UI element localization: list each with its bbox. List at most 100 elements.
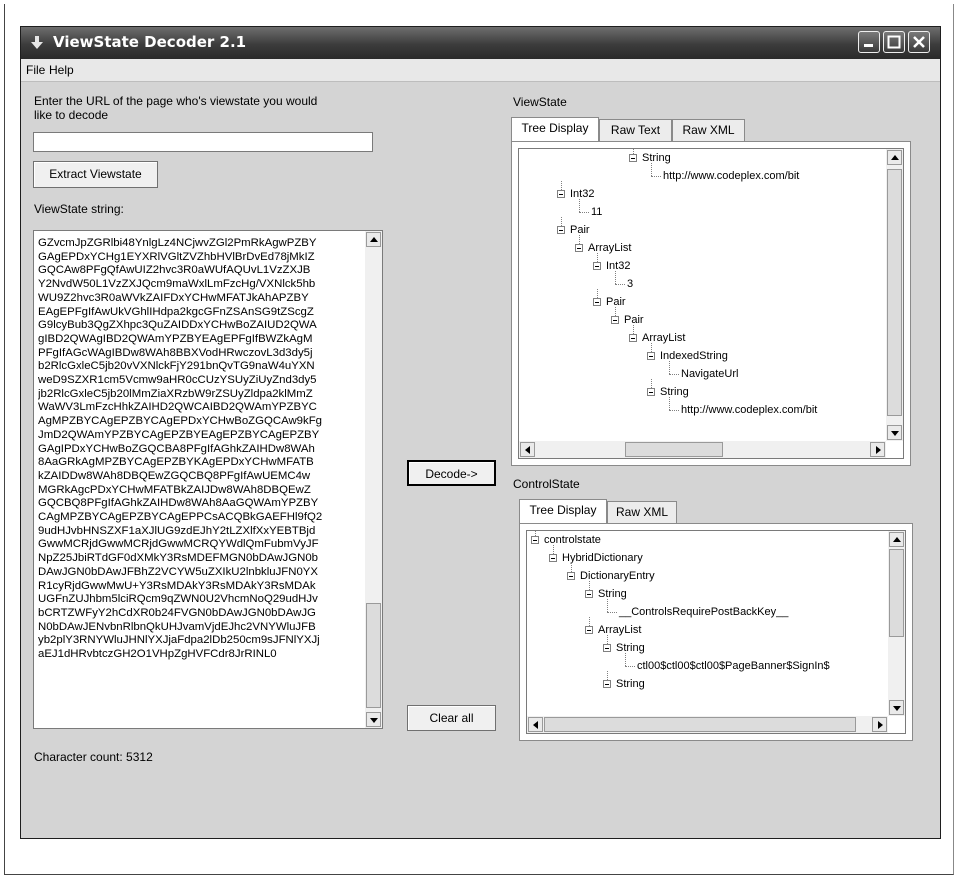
- tree-collapse-toggle[interactable]: [549, 554, 557, 562]
- scroll-left-button[interactable]: [528, 717, 543, 732]
- down-arrow-icon: [31, 36, 43, 49]
- scroll-up-button[interactable]: [889, 532, 904, 547]
- controlstate-tree-hscroll[interactable]: [527, 716, 888, 733]
- tree-node[interactable]: String: [616, 678, 645, 690]
- scroll-thumb[interactable]: [889, 549, 904, 637]
- menu-help[interactable]: Help: [49, 63, 74, 77]
- viewstate-tree[interactable]: String http://www.codeplex.com/bit Int32 11…: [518, 148, 904, 459]
- tree-collapse-toggle[interactable]: [567, 572, 575, 580]
- viewstate-string-scrollbar[interactable]: [365, 231, 382, 728]
- viewstate-string-line: EAgEPFgIfAwUkVGhlIHdpa2kgcGFnZSAnSG9tZSc…: [38, 305, 314, 318]
- tree-node[interactable]: 3: [627, 278, 633, 290]
- tab-raw-xml[interactable]: Raw XML: [672, 119, 745, 141]
- decode-button[interactable]: Decode->: [407, 460, 496, 486]
- tree-node[interactable]: 11: [591, 206, 602, 218]
- tree-collapse-toggle[interactable]: [575, 244, 583, 252]
- tree-collapse-toggle[interactable]: [647, 388, 655, 396]
- scroll-right-button[interactable]: [872, 717, 887, 732]
- scroll-thumb[interactable]: [366, 603, 381, 708]
- tree-collapse-toggle[interactable]: [647, 352, 655, 360]
- scroll-left-button[interactable]: [520, 442, 535, 457]
- tree-collapse-toggle[interactable]: [603, 644, 611, 652]
- tree-node[interactable]: String: [660, 386, 689, 398]
- tree-node[interactable]: Int32: [570, 188, 594, 200]
- viewstate-string-line: Y2NvdW50L1VzZXJQcm9maWxlLmFzcHg/VXNlck5h…: [38, 278, 316, 291]
- viewstate-string-line: jb2RlcGxleC5jb20lMmZiaXRzbW9rZSUyZldpa2k…: [38, 387, 313, 400]
- tree-collapse-toggle[interactable]: [611, 316, 619, 324]
- controlstate-tree[interactable]: controlstate HybridDictionary DictionaryEn…: [526, 530, 906, 734]
- tree-node[interactable]: String: [642, 152, 671, 164]
- viewstate-label: ViewState: [513, 95, 567, 109]
- scroll-down-button[interactable]: [887, 425, 902, 440]
- url-prompt-line-1: Enter the URL of the page who's viewstat…: [34, 94, 318, 108]
- controlstate-tree-vscroll[interactable]: [888, 531, 905, 716]
- scroll-thumb[interactable]: [544, 717, 856, 732]
- tree-node[interactable]: HybridDictionary: [562, 552, 643, 564]
- tree-collapse-toggle[interactable]: [593, 298, 601, 306]
- maximize-icon: [887, 35, 901, 49]
- tree-connector: [607, 599, 608, 612]
- tree-connector: [651, 176, 661, 177]
- scroll-thumb[interactable]: [625, 442, 723, 457]
- scroll-thumb[interactable]: [887, 169, 902, 416]
- tree-collapse-toggle[interactable]: [557, 190, 565, 198]
- tree-connector: [625, 666, 635, 667]
- tree-node[interactable]: IndexedString: [660, 350, 728, 362]
- tree-node[interactable]: ArrayList: [588, 242, 631, 254]
- tree-node[interactable]: String: [616, 642, 645, 654]
- app-window: ViewState Decoder 2.1 File Help Enter th…: [20, 26, 941, 839]
- viewstate-string-line: MGRkAgcPDxYCHwMFATBkZAIJDw8WAh8DBQEwZ: [38, 483, 311, 496]
- tab-tree-display[interactable]: Tree Display: [511, 117, 599, 141]
- tab-raw-xml[interactable]: Raw XML: [607, 501, 677, 523]
- maximize-button[interactable]: [883, 31, 905, 53]
- close-button[interactable]: [908, 31, 930, 53]
- viewstate-tree-hscroll[interactable]: [519, 441, 886, 458]
- viewstate-string-textarea[interactable]: GZvcmJpZGRlbi48YnlgLz4NCjwvZGl2PmRkAgwPZ…: [33, 230, 383, 729]
- scroll-up-button[interactable]: [366, 232, 381, 247]
- tab-raw-text[interactable]: Raw Text: [599, 119, 672, 141]
- scroll-down-arrow-icon: [370, 718, 378, 723]
- tree-connector: [669, 410, 679, 411]
- tree-node[interactable]: String: [598, 588, 627, 600]
- title-bar[interactable]: ViewState Decoder 2.1: [21, 27, 940, 59]
- viewstate-string-line: GAgEPDxYCHg1EYXRlVGltZVZhbHVlBrDvEd78jMk…: [38, 250, 315, 263]
- tree-node[interactable]: http://www.codeplex.com/bit: [663, 170, 799, 182]
- minimize-button[interactable]: [858, 31, 880, 53]
- clear-all-button[interactable]: Clear all: [407, 705, 496, 731]
- tree-collapse-toggle[interactable]: [629, 154, 637, 162]
- scroll-down-button[interactable]: [889, 700, 904, 715]
- scroll-down-arrow-icon: [893, 706, 901, 711]
- extract-viewstate-button[interactable]: Extract Viewstate: [33, 161, 158, 188]
- tree-collapse-toggle[interactable]: [585, 626, 593, 634]
- tree-node[interactable]: ctl00$ctl00$ctl00$PageBanner$SignIn$: [637, 660, 830, 672]
- viewstate-string-line: bCRTZWFyY2hCdXR0b24FVGN0bDAwJGN0bDAwJG: [38, 606, 316, 619]
- scroll-up-button[interactable]: [887, 150, 902, 165]
- tree-node[interactable]: DictionaryEntry: [580, 570, 655, 582]
- controlstate-tabs: Tree Display Raw XML: [519, 499, 913, 525]
- tree-collapse-toggle[interactable]: [557, 226, 565, 234]
- tree-collapse-toggle[interactable]: [531, 536, 539, 544]
- tree-node[interactable]: Int32: [606, 260, 630, 272]
- tree-collapse-toggle[interactable]: [593, 262, 601, 270]
- tree-node[interactable]: http://www.codeplex.com/bit: [681, 404, 817, 416]
- tree-connector: [607, 612, 617, 613]
- url-input[interactable]: [33, 132, 373, 152]
- viewstate-string-line: GwwMCRjdGwwMCRjdGwwMCRQYWdlQmFubmVyJF: [38, 538, 319, 551]
- viewstate-string-line: G9lcyBub3QgZXhpc3QuZAIDDxYCHwBoZAIUD2QWA: [38, 319, 317, 332]
- viewstate-string-line: CAgMPZBYCAgEPZBYCAgEPPCsACQBkGAEFHl9fQ2: [38, 511, 323, 524]
- tree-node[interactable]: __ControlsRequirePostBackKey__: [619, 606, 788, 618]
- viewstate-string-line: WaWV3LmFzcHhkZAIHD2QWCAIBD2QWAmYPZBYC: [38, 401, 317, 414]
- viewstate-string-line: GQCAw8PFgQfAwUIZ2hvc3R0aWUfAQUvL1VzZXJB: [38, 264, 311, 277]
- tab-tree-display[interactable]: Tree Display: [519, 499, 607, 523]
- menu-file[interactable]: File: [26, 63, 45, 77]
- tree-collapse-toggle[interactable]: [603, 680, 611, 688]
- tree-collapse-toggle[interactable]: [629, 334, 637, 342]
- tree-node[interactable]: ArrayList: [642, 332, 685, 344]
- tree-node[interactable]: ArrayList: [598, 624, 641, 636]
- tree-node[interactable]: NavigateUrl: [681, 368, 738, 380]
- scroll-right-button[interactable]: [870, 442, 885, 457]
- tree-collapse-toggle[interactable]: [585, 590, 593, 598]
- scroll-down-button[interactable]: [366, 712, 381, 727]
- viewstate-string-line: WU9Z2hvc3R0aWVkZAIFDxYCHwMFATJkAhAPZBY: [38, 291, 309, 304]
- viewstate-tree-vscroll[interactable]: [886, 149, 903, 441]
